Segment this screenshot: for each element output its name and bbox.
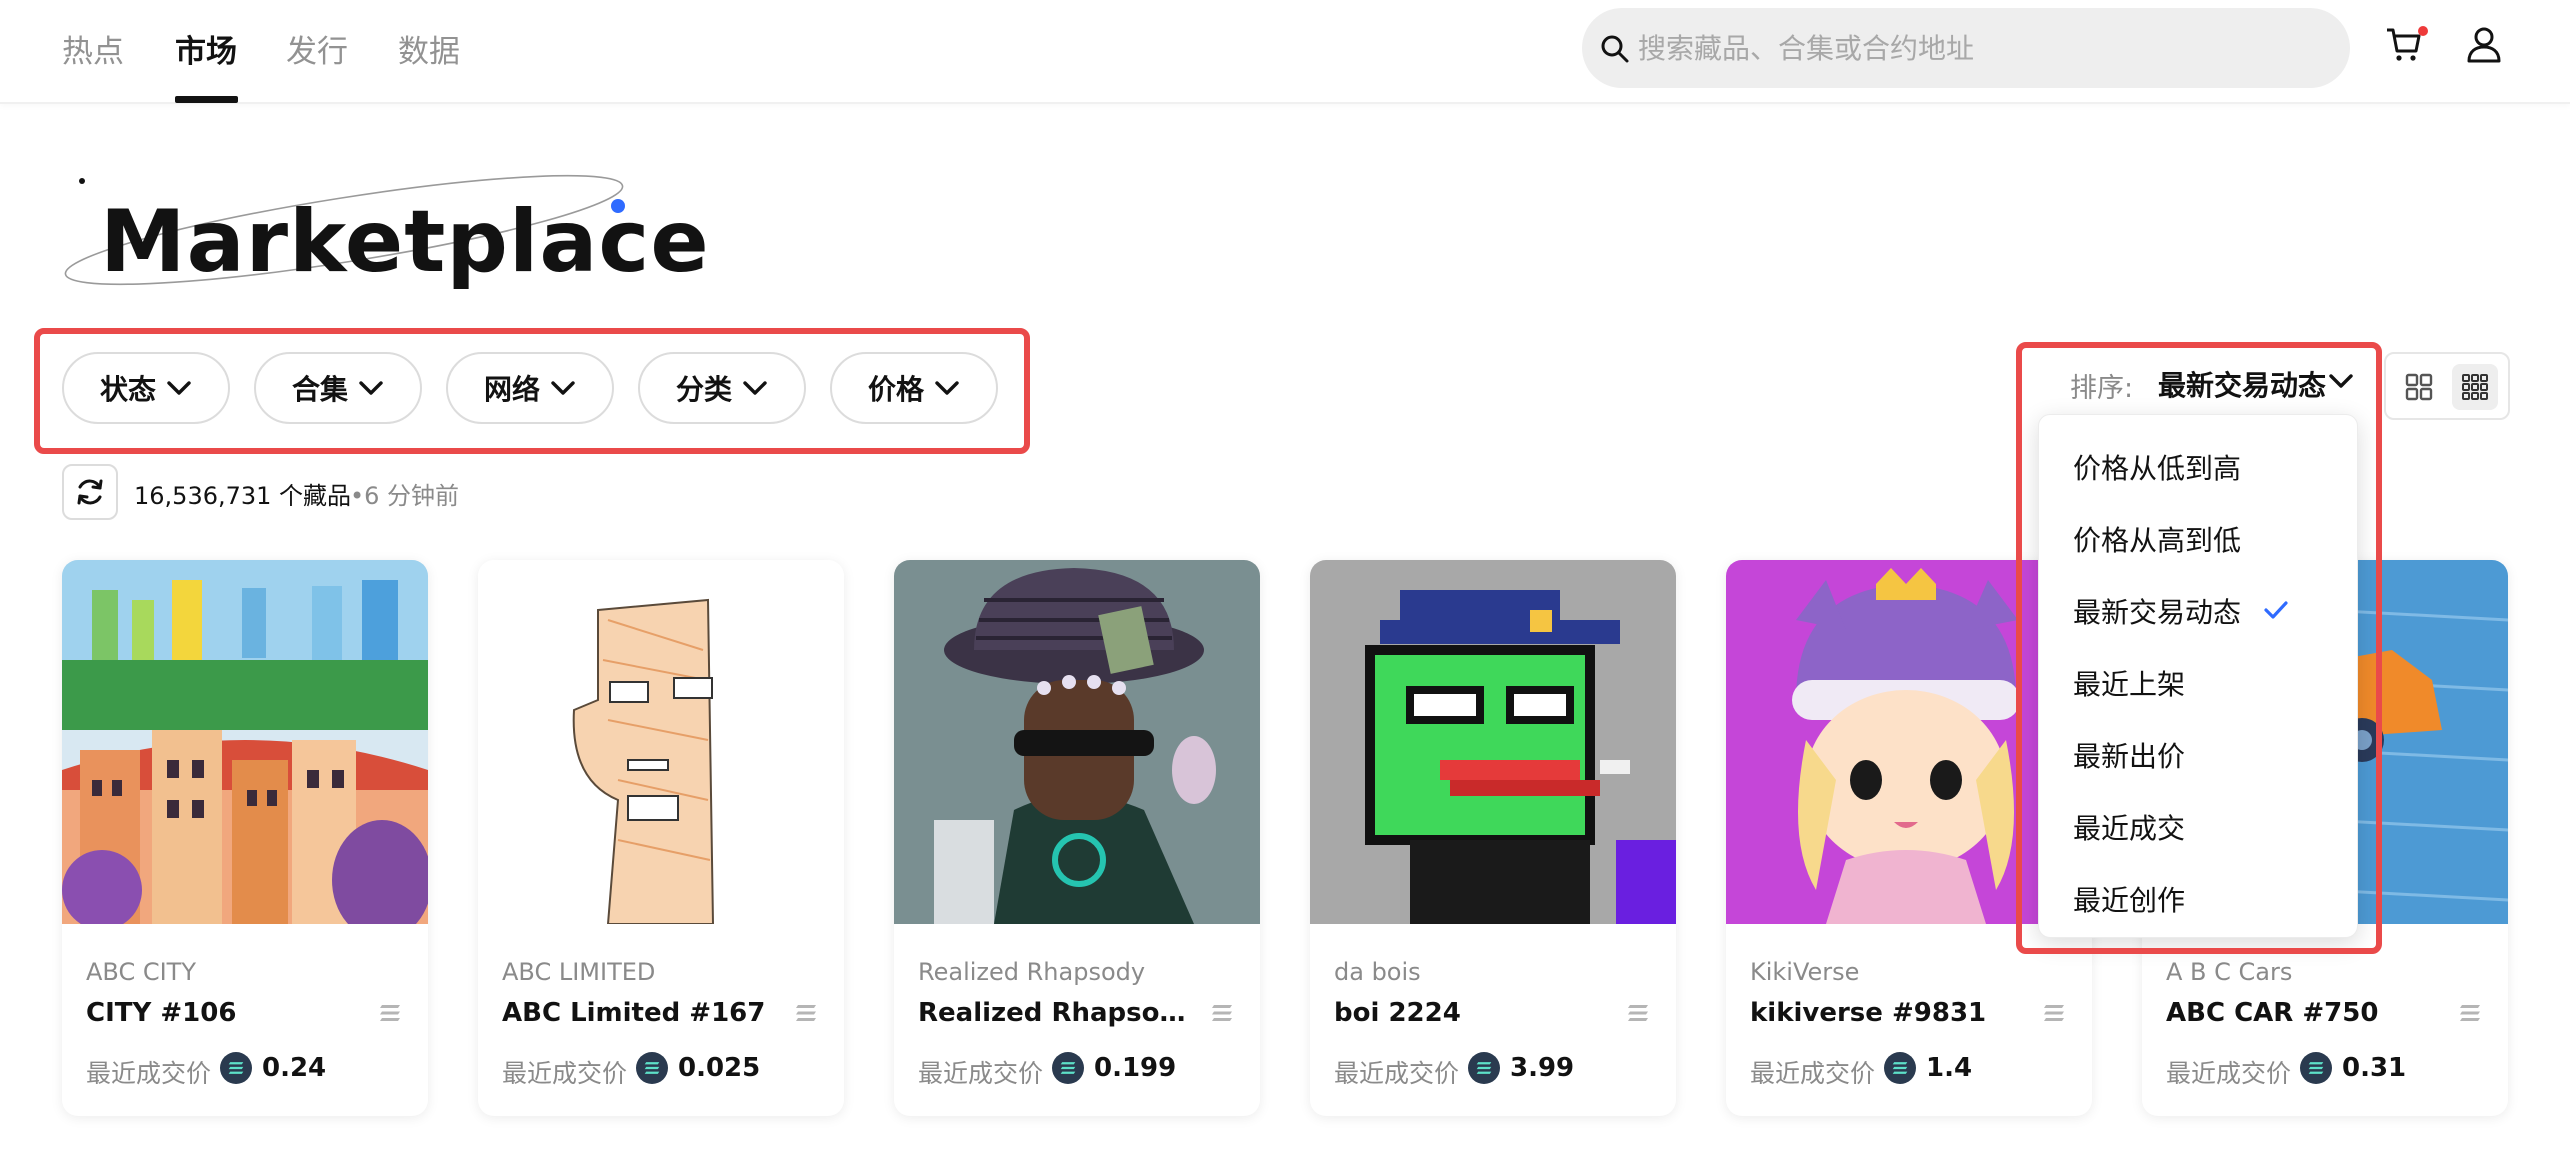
last-sale-label: 最近成交价	[2166, 1059, 2292, 1088]
chevron-down-icon	[359, 381, 383, 395]
solana-coin-icon	[1468, 1052, 1500, 1084]
updated-time: •6 分钟前	[350, 482, 460, 510]
solana-coin-icon	[1052, 1052, 1084, 1084]
user-icon	[2467, 27, 2501, 63]
filter-network[interactable]: 网络	[446, 352, 614, 424]
chevron-down-icon	[551, 381, 575, 395]
chevron-down-icon	[743, 381, 767, 395]
collection-name: ABC CITY	[86, 958, 197, 986]
last-sale-price: 0.025	[678, 1053, 761, 1083]
view-toggle	[2384, 352, 2510, 420]
filter-category[interactable]: 分类	[638, 352, 806, 424]
nft-image	[478, 560, 844, 924]
nft-name: ABC Limited #167	[502, 998, 766, 1028]
sort-option-price-desc[interactable]: 价格从高到低	[2073, 519, 2241, 559]
filter-price[interactable]: 价格	[830, 352, 998, 424]
solana-coin-icon	[636, 1052, 668, 1084]
sort-dropdown-menu: 价格从低到高 价格从高到低 最新交易动态 最近上架 最新出价 最近成交 最近创作	[2038, 414, 2358, 938]
sort-option-latest-offer[interactable]: 最新出价	[2073, 735, 2185, 775]
filter-status-label: 状态	[99, 373, 156, 406]
item-count: 16,536,731 个藏品	[134, 482, 352, 510]
filter-price-label: 价格	[867, 373, 924, 406]
nft-image	[1310, 560, 1676, 924]
solana-chain-icon	[2044, 1005, 2064, 1021]
grid-large-icon	[2405, 373, 2433, 401]
large-grid-view-button[interactable]	[2396, 364, 2442, 410]
last-sale-price: 0.31	[2342, 1053, 2407, 1083]
nft-name: Realized Rhapsody ...	[918, 998, 1188, 1028]
chevron-down-icon[interactable]	[2328, 372, 2354, 390]
collection-name: Realized Rhapsody	[918, 958, 1146, 986]
collection-name: A B C Cars	[2166, 958, 2293, 986]
tab-hot[interactable]: 热点	[62, 26, 124, 71]
user-button[interactable]	[2464, 24, 2508, 70]
last-sale-price: 3.99	[1510, 1053, 1575, 1083]
solana-chain-icon	[1212, 1005, 1232, 1021]
sort-option-recently-listed[interactable]: 最近上架	[2073, 663, 2185, 703]
solana-chain-icon	[2460, 1005, 2480, 1021]
last-sale-label: 最近成交价	[502, 1059, 628, 1088]
filter-collection-label: 合集	[291, 373, 348, 406]
last-sale-label: 最近成交价	[1750, 1059, 1876, 1088]
collection-name: KikiVerse	[1750, 958, 1860, 986]
solana-chain-icon	[796, 1005, 816, 1021]
chevron-down-icon	[935, 381, 959, 395]
filter-category-label: 分类	[675, 373, 732, 406]
marketplace-logo: Marketplace	[64, 170, 709, 300]
sort-option-price-asc[interactable]: 价格从低到高	[2073, 447, 2241, 487]
solana-chain-icon	[380, 1005, 400, 1021]
sort-option-recently-created[interactable]: 最近创作	[2073, 879, 2185, 919]
small-grid-view-button[interactable]	[2452, 364, 2498, 410]
solana-coin-icon	[220, 1052, 252, 1084]
tab-market[interactable]: 市场	[175, 26, 237, 71]
check-icon	[2264, 601, 2288, 619]
nft-image	[62, 560, 428, 924]
filter-status[interactable]: 状态	[62, 352, 230, 424]
sort-label: 排序:	[2070, 373, 2134, 404]
nft-card[interactable]: ABC CITY CITY #106 最近成交价 0.24	[62, 560, 428, 1116]
chevron-down-icon	[167, 381, 191, 395]
top-nav-bar: 热点 市场 发行 数据	[0, 0, 2570, 104]
cart-button[interactable]	[2384, 24, 2428, 70]
collection-name: ABC LIMITED	[502, 958, 656, 986]
filter-network-label: 网络	[483, 373, 540, 406]
nft-name: ABC CAR #750	[2166, 998, 2379, 1028]
tab-launch[interactable]: 发行	[286, 26, 348, 71]
last-sale-label: 最近成交价	[918, 1059, 1044, 1088]
nft-name: boi 2224	[1334, 998, 1461, 1028]
page-title: Marketplace	[100, 192, 710, 292]
last-sale-label: 最近成交价	[1334, 1059, 1460, 1088]
solana-coin-icon	[2300, 1052, 2332, 1084]
sort-option-latest-activity[interactable]: 最新交易动态	[2073, 591, 2241, 631]
solana-chain-icon	[1628, 1005, 1648, 1021]
sort-dropdown-trigger[interactable]: 最新交易动态	[2158, 364, 2326, 404]
search-icon	[1601, 35, 1629, 63]
search-input[interactable]	[1638, 26, 2318, 70]
nft-card[interactable]: Realized Rhapsody Realized Rhapsody ... …	[894, 560, 1260, 1116]
collection-name: da bois	[1334, 958, 1421, 986]
solana-coin-icon	[1884, 1052, 1916, 1084]
last-sale-price: 0.199	[1094, 1053, 1177, 1083]
nft-card[interactable]: ABC LIMITED ABC Limited #167 最近成交价 0.025	[478, 560, 844, 1116]
refresh-icon	[77, 479, 103, 505]
sort-option-recently-sold[interactable]: 最近成交	[2073, 807, 2185, 847]
refresh-button[interactable]	[62, 464, 118, 520]
filter-collection[interactable]: 合集	[254, 352, 422, 424]
grid-small-icon	[2462, 374, 2488, 400]
nft-name: CITY #106	[86, 998, 237, 1028]
nft-image	[894, 560, 1260, 924]
last-sale-price: 1.4	[1926, 1053, 1973, 1083]
nft-card[interactable]: da bois boi 2224 最近成交价 3.99	[1310, 560, 1676, 1116]
last-sale-price: 0.24	[262, 1053, 327, 1083]
tab-data[interactable]: 数据	[398, 26, 460, 71]
active-tab-indicator	[175, 96, 238, 103]
cart-notification-dot	[2418, 26, 2428, 36]
search-bar[interactable]	[1582, 8, 2350, 88]
nft-name: kikiverse #9831	[1750, 998, 1987, 1028]
last-sale-label: 最近成交价	[86, 1059, 212, 1088]
